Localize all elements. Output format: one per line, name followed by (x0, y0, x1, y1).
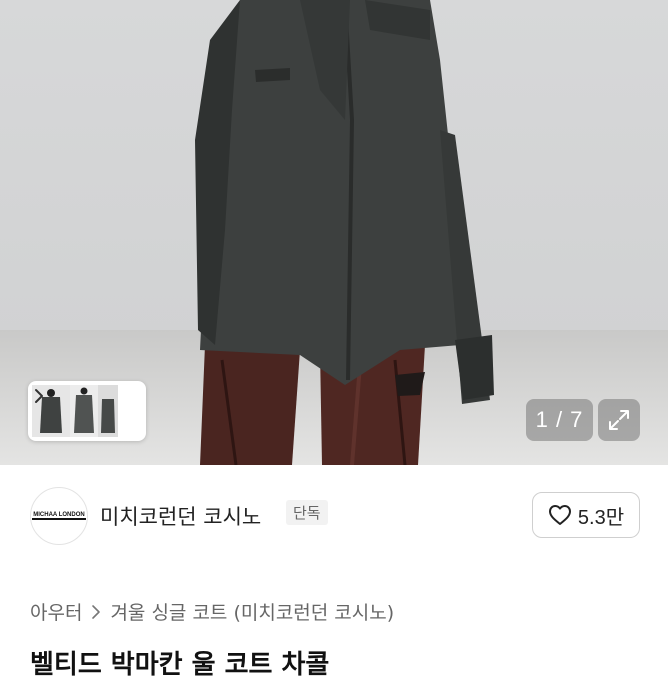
thumbnail-images (32, 385, 118, 437)
image-counter: 1 / 7 (526, 399, 593, 441)
store-name[interactable]: 미치코런던 코시노 (100, 501, 261, 531)
chevron-right-icon[interactable] (32, 385, 46, 407)
zoom-button[interactable] (598, 399, 640, 441)
heart-outline-icon (548, 505, 571, 525)
chevron-right-icon (92, 604, 101, 619)
product-title: 벨티드 박마칸 울 코트 차콜 (30, 650, 330, 680)
breadcrumb-item-subcategory[interactable]: 겨울 싱글 코트 (미치코런던 코시노) (110, 598, 394, 625)
breadcrumb: 아우터 겨울 싱글 코트 (미치코런던 코시노) (30, 598, 394, 625)
store-info-row: MICHAA LONDON 미치코런던 코시노 단독 5.3만 (0, 465, 668, 565)
store-logo-text: MICHAA LONDON (32, 512, 86, 520)
store-logo[interactable]: MICHAA LONDON (30, 487, 88, 545)
breadcrumb-item-category[interactable]: 아우터 (30, 598, 82, 625)
thumbnail-strip[interactable] (28, 381, 146, 441)
exclusive-badge: 단독 (286, 500, 328, 525)
expand-icon (609, 410, 629, 430)
product-image-gallery[interactable]: 1 / 7 (0, 0, 668, 465)
like-count: 5.3만 (577, 506, 625, 529)
like-button[interactable]: 5.3만 (532, 492, 640, 538)
